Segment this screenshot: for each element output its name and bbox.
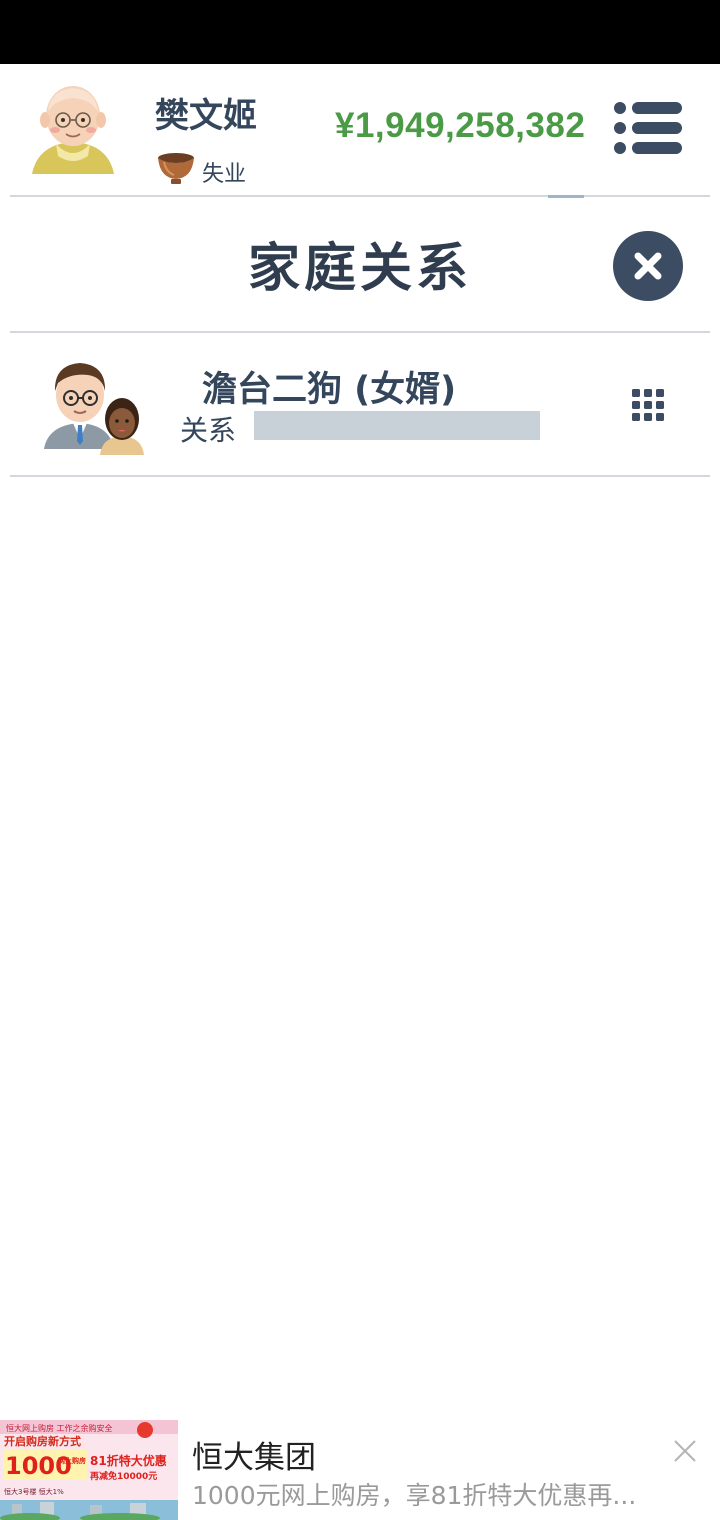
ad-image-online: 网上购房 — [58, 1456, 86, 1465]
row-divider — [10, 475, 710, 477]
relation-label: 关系 — [180, 414, 237, 447]
header-accent — [548, 195, 584, 198]
job-label: 失业 — [202, 162, 247, 187]
ad-close-icon[interactable] — [672, 1438, 698, 1464]
money-balance: ¥1,949,258,382 — [335, 106, 586, 145]
ad-image-foot: 恒大3号楼 恒大1% — [4, 1487, 64, 1496]
list-menu-button[interactable] — [612, 100, 684, 156]
relation-row[interactable]: 澹台二狗 (女婿) 关系 — [0, 333, 720, 476]
close-circle-icon — [634, 252, 662, 280]
relation-avatar — [44, 363, 144, 455]
player-name: 樊文姬 — [155, 96, 257, 136]
ad-image-line2: 开启购房新方式 — [4, 1434, 81, 1448]
status-bar — [0, 0, 720, 64]
ad-image-top-text: 恒大网上购房 工作之余购安全 — [6, 1423, 113, 1433]
ad-image[interactable]: 恒大网上购房 工作之余购安全 开启购房新方式 1000 网上购房 81折特大优惠… — [0, 1420, 178, 1520]
relation-progress-bar — [252, 411, 540, 440]
ad-description: 1000元网上购房，享81折特大优惠再... — [192, 1481, 637, 1510]
grid-dots-icon[interactable] — [628, 385, 668, 425]
ad-image-discount: 81折特大优惠 — [90, 1453, 167, 1468]
header-divider — [10, 195, 710, 197]
close-panel-button[interactable] — [613, 231, 683, 301]
panel-title: 家庭关系 — [247, 239, 472, 299]
job-status: 失业 — [156, 148, 246, 188]
player-header: 樊文姬 失业 ¥1,949,258,382 — [0, 64, 720, 196]
ad-image-reduce: 再减免10000元 — [90, 1470, 157, 1482]
bowl-icon — [158, 153, 194, 184]
ad-banner[interactable]: 恒大网上购房 工作之余购安全 开启购房新方式 1000 网上购房 81折特大优惠… — [0, 1420, 720, 1520]
player-avatar — [32, 86, 114, 174]
relation-name: 澹台二狗 (女婿) — [202, 370, 457, 410]
ad-title: 恒大集团 — [192, 1440, 316, 1476]
list-icon — [614, 102, 682, 154]
